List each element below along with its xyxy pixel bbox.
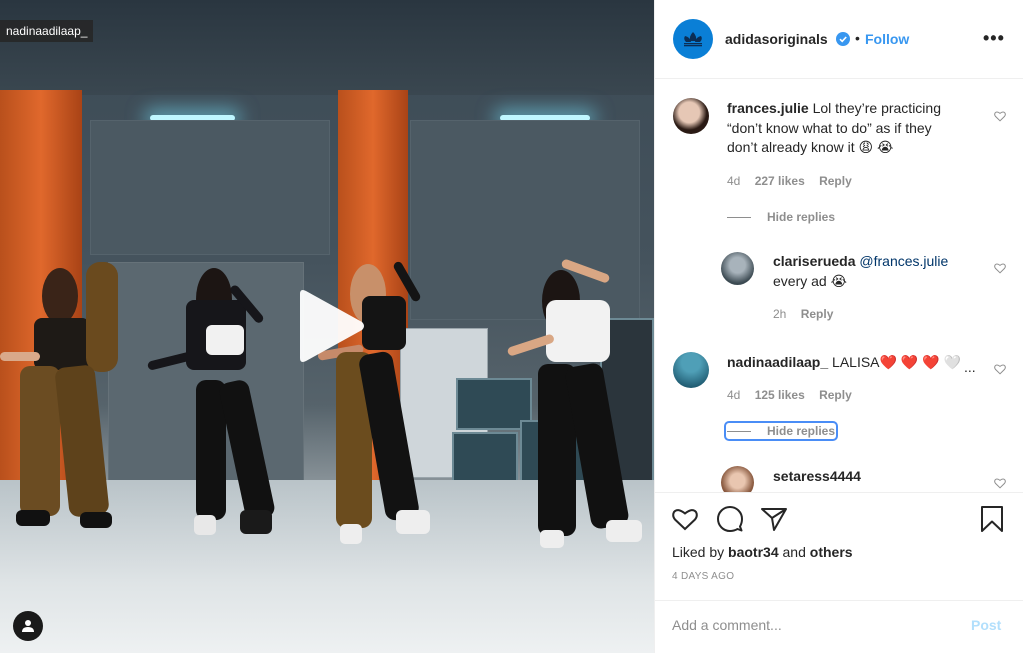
comment-username[interactable]: setaress4444 — [773, 468, 861, 484]
liked-by-user[interactable]: baotr34 — [728, 544, 779, 560]
liked-by-prefix: Liked by — [672, 544, 725, 560]
follow-button[interactable]: Follow — [865, 31, 909, 47]
reply-button[interactable]: Reply — [819, 388, 852, 402]
mention-link[interactable]: @frances.julie — [859, 253, 948, 269]
heart-icon[interactable] — [994, 262, 1006, 274]
heart-icon[interactable] — [994, 363, 1006, 375]
comment-age: 4d — [727, 174, 741, 188]
share-icon[interactable] — [760, 505, 788, 533]
hide-replies-button[interactable]: Hide replies — [727, 210, 835, 224]
liked-by-and: and — [782, 544, 806, 560]
owner-tag[interactable]: nadinaadilaap_ — [0, 20, 94, 42]
comment-age: 2h — [773, 307, 787, 321]
comment-text: every ad 😭 — [773, 272, 847, 289]
hide-replies-label: Hide replies — [767, 424, 836, 438]
comment-body: nadinaadilaap_ LALISA❤️ ❤️ ❤️ 🤍 — [727, 353, 967, 373]
comment-text: don’t already know it 😩 😭 — [727, 139, 894, 155]
reply-body: setaress4444 — [773, 467, 861, 487]
video-player[interactable]: nadinaadilaap_ — [0, 0, 654, 653]
commenter-avatar[interactable] — [673, 98, 709, 134]
divider-line — [727, 216, 751, 218]
comment-text: Lol they’re practicing — [812, 100, 941, 116]
post-actions: Liked by baotr34 and others 4 DAYS AGO — [655, 492, 1023, 600]
divider-line — [727, 430, 751, 432]
comment-meta: 2h Reply — [773, 307, 844, 321]
heart-icon[interactable] — [671, 505, 699, 533]
trefoil-logo-icon — [684, 32, 702, 47]
comment-body: frances.julie Lol they’re practicing “do… — [727, 99, 977, 158]
reply-button[interactable]: Reply — [819, 174, 852, 188]
commenter-avatar[interactable] — [673, 352, 709, 388]
post-comment-button[interactable]: Post — [971, 617, 1001, 633]
wall-panel — [90, 120, 330, 255]
comment-text: “don’t know what to do” as if they — [727, 119, 932, 136]
play-icon[interactable] — [296, 288, 366, 364]
more-options-button[interactable]: ••• — [983, 28, 1005, 49]
liked-by-others[interactable]: others — [810, 544, 853, 560]
comment-username[interactable]: clariserueda — [773, 253, 856, 269]
comment-text: LALISA❤️ ❤️ ❤️ 🤍 — [832, 354, 961, 370]
user-icon[interactable] — [13, 611, 43, 641]
author-avatar[interactable] — [673, 19, 713, 59]
more-text-button[interactable]: ... — [964, 358, 976, 378]
comment-meta: 4d 227 likes Reply — [727, 174, 863, 188]
post-date[interactable]: 4 DAYS AGO — [672, 571, 734, 582]
comment-username[interactable]: frances.julie — [727, 100, 809, 116]
ceiling — [0, 0, 654, 95]
post-header: adidasoriginals • Follow ••• — [655, 0, 1023, 79]
post-sidebar: adidasoriginals • Follow ••• frances.jul… — [654, 0, 1023, 653]
add-comment-bar: Add a comment... Post — [655, 600, 1023, 653]
hide-replies-label: Hide replies — [767, 210, 836, 224]
hide-replies-button[interactable]: Hide replies — [723, 421, 839, 441]
commenter-avatar[interactable] — [721, 466, 754, 492]
author-username[interactable]: adidasoriginals — [725, 31, 828, 47]
comment-age: 4d — [727, 388, 741, 402]
verified-badge-icon — [836, 32, 850, 46]
heart-icon[interactable] — [994, 477, 1006, 489]
commenter-avatar[interactable] — [721, 252, 754, 285]
wall-panel — [410, 120, 640, 320]
comment-icon[interactable] — [716, 505, 744, 533]
comment-meta: 4d 125 likes Reply — [727, 388, 863, 402]
comment-input[interactable]: Add a comment... — [672, 617, 782, 633]
separator-dot: • — [855, 30, 860, 46]
comments-list: frances.julie Lol they’re practicing “do… — [655, 80, 1023, 492]
comment-likes[interactable]: 227 likes — [755, 174, 805, 188]
reply-button[interactable]: Reply — [801, 307, 834, 321]
liked-by: Liked by baotr34 and others — [672, 544, 853, 560]
comment-likes[interactable]: 125 likes — [755, 388, 805, 402]
heart-icon[interactable] — [994, 110, 1006, 122]
bookmark-icon[interactable] — [978, 505, 1006, 533]
reply-body: clariserueda @frances.julie every ad 😭 — [773, 252, 983, 291]
comment-username[interactable]: nadinaadilaap_ — [727, 354, 828, 370]
